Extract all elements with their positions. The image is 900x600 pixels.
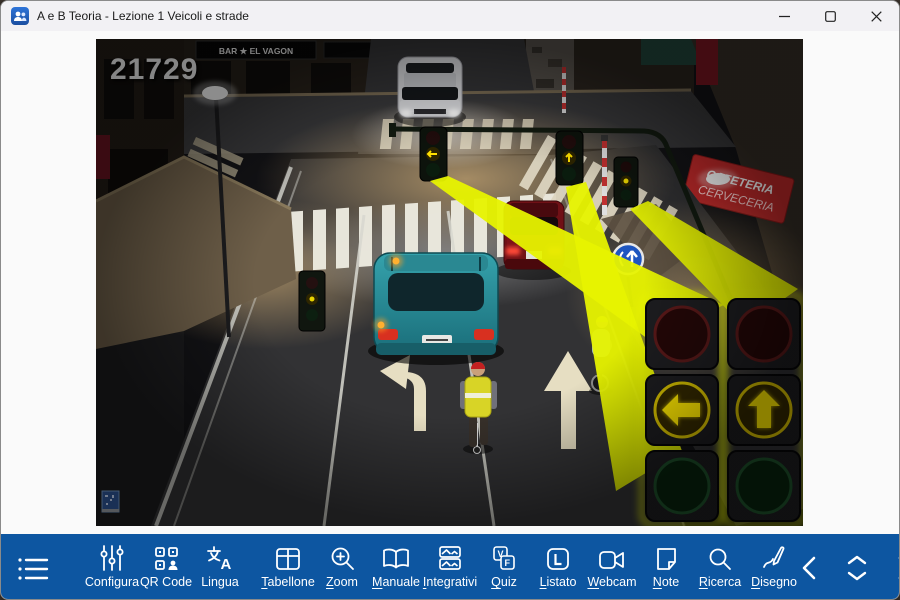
bottom-toolbar: Configura QR Code A <box>1 534 899 600</box>
zoom-in-icon <box>330 543 355 571</box>
window-title: A e B Teoria - Lezione 1 Veicoli e strad… <box>37 9 249 23</box>
svg-text:A: A <box>221 556 232 571</box>
maximize-icon[interactable] <box>807 1 853 31</box>
letter-l-icon <box>546 543 570 571</box>
video-camera-icon <box>598 543 626 571</box>
toolbar-item-disegno[interactable]: Disegno <box>747 543 801 589</box>
chevron-left-icon[interactable] <box>801 555 817 581</box>
app-window: A e B Teoria - Lezione 1 Veicoli e strad… <box>0 0 900 600</box>
slides-icon <box>437 543 463 571</box>
qr-code-icon <box>154 543 179 571</box>
title-bar[interactable]: A e B Teoria - Lezione 1 Veicoli e strad… <box>1 1 899 31</box>
vf-keys-icon: V F <box>491 543 517 571</box>
toolbar-label: Tabellone <box>261 575 315 589</box>
toolbar-item-ricerca[interactable]: Ricerca <box>693 543 747 589</box>
toolbar-label: Integrativi <box>423 575 477 589</box>
lesson-scene-image[interactable]: BAR ★ EL VAGON CAFETERIA CERVECERIA ★ <box>96 39 803 526</box>
content-area: BAR ★ EL VAGON CAFETERIA CERVECERIA ★ <box>1 31 899 534</box>
close-icon[interactable] <box>853 1 899 31</box>
chevrons-up-down-icon[interactable] <box>843 554 871 582</box>
toolbar-item-webcam[interactable]: Webcam <box>585 543 639 589</box>
toolbar-label: Note <box>653 575 679 589</box>
navigation-group <box>801 554 900 582</box>
search-icon <box>708 543 732 571</box>
toolbar-item-configura[interactable]: Configura <box>85 543 139 589</box>
toolbar-item-integrativi[interactable]: Integrativi <box>423 543 477 589</box>
toolbar-label: Manuale <box>372 575 420 589</box>
toolbar-item-zoom[interactable]: Zoom <box>315 543 369 589</box>
toolbar-item-note[interactable]: Note <box>639 543 693 589</box>
svg-text:F: F <box>505 558 511 568</box>
toolbar-item-quiz[interactable]: V F Quiz <box>477 543 531 589</box>
toolbar-label: Lingua <box>201 575 239 589</box>
toolbar-item-lingua[interactable]: A Lingua <box>193 543 247 589</box>
toolbar-label: Webcam <box>587 575 636 589</box>
open-book-icon <box>382 543 410 571</box>
toolbar-item-listato[interactable]: Listato <box>531 543 585 589</box>
toolbar-label: Configura <box>85 575 139 589</box>
minimize-icon[interactable] <box>761 1 807 31</box>
toolbar-label: Ricerca <box>699 575 741 589</box>
pen-draw-icon <box>762 543 787 571</box>
toolbar-label: Quiz <box>491 575 517 589</box>
sliders-icon <box>100 543 124 571</box>
list-menu-icon[interactable] <box>15 554 51 584</box>
note-page-icon <box>655 543 678 571</box>
board-grid-icon <box>275 543 301 571</box>
people-icon <box>11 7 29 25</box>
toolbar-label: QR Code <box>140 575 192 589</box>
toolbar-item-manuale[interactable]: Manuale <box>369 543 423 589</box>
scene-vignette <box>96 39 803 526</box>
toolbar-label: Disegno <box>751 575 797 589</box>
toolbar-label: Zoom <box>326 575 358 589</box>
toolbar-item-tabellone[interactable]: Tabellone <box>261 543 315 589</box>
translate-icon: A <box>207 543 233 571</box>
toolbar-label: Listato <box>540 575 577 589</box>
toolbar-item-qr-code[interactable]: QR Code <box>139 543 193 589</box>
